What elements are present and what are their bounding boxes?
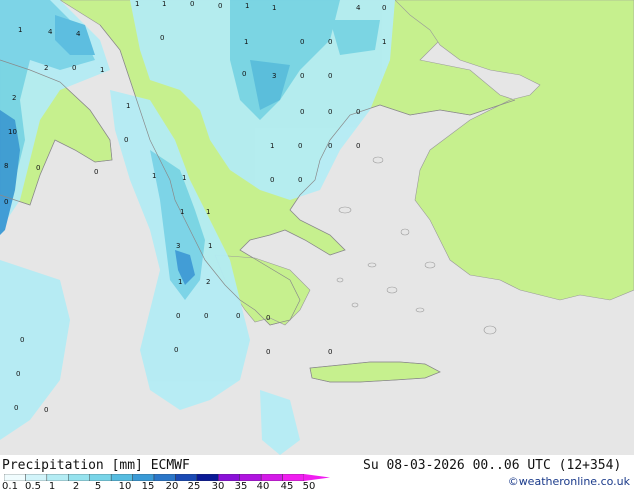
precip-value-label: 1: [270, 142, 274, 150]
precip-value-label: 0: [174, 346, 178, 354]
legend-swatch: [4, 474, 26, 481]
precip-value-label: 1: [135, 0, 139, 8]
precip-value-label: 1: [182, 174, 186, 182]
precip-value-label: 1: [206, 208, 210, 216]
precip-value-label: 1: [152, 172, 156, 180]
precip-value-label: 0: [72, 64, 76, 72]
precip-value-label: 0: [266, 314, 270, 322]
precip-value-label: 0: [160, 34, 164, 42]
precip-value-label: 0: [44, 406, 48, 414]
precip-value-label: 0: [298, 176, 302, 184]
precip-value-label: 0: [236, 312, 240, 320]
precipitation-map: 1 1 0 0 1 1 4 01 4 4 0 1 0 0 12 0 1 0 3 0 0210 0 000101 0 0080 1 1…: [0, 0, 634, 470]
precip-value-label: 0: [328, 348, 332, 356]
legend-swatch: [25, 474, 48, 481]
legend-swatch: [68, 474, 90, 481]
legend-tick-label: 0.5: [25, 481, 41, 492]
legend-tick-label: 45: [280, 481, 294, 492]
map-title: Precipitation [mm] ECMWF: [2, 458, 190, 473]
legend-tick-label: 25: [187, 481, 201, 492]
legend-swatch: [153, 474, 176, 481]
precip-value-label: 1: [208, 242, 212, 250]
precip-value-label: 0: [176, 312, 180, 320]
legend-tick-label: 10: [118, 481, 132, 492]
precip-value-label: 0: [14, 404, 18, 412]
precip-value-label: 0: [300, 108, 304, 116]
precip-value-label: 2: [44, 64, 48, 72]
precip-value-label: 0: [266, 348, 270, 356]
precip-value-label: 0: [36, 164, 40, 172]
precip-value-label: 2: [206, 278, 210, 286]
legend-tick-label: 5: [94, 481, 102, 492]
precip-value-label: 1: [245, 2, 249, 10]
legend-tick-label: 0.1: [2, 481, 18, 492]
legend-tick-label: 35: [234, 481, 248, 492]
legend-swatch: [218, 474, 240, 481]
precip-value-label: 4: [48, 28, 53, 36]
precip-value-label: 0: [124, 136, 128, 144]
legend-swatch: [282, 474, 305, 481]
precip-value-label: 0: [298, 142, 302, 150]
credit-link[interactable]: ©weatheronline.co.uk: [508, 475, 630, 488]
precip-value-label: 0: [204, 312, 208, 320]
legend-swatch: [175, 474, 198, 481]
precip-value-label: 0: [300, 72, 304, 80]
legend-colorbar: [4, 474, 330, 481]
legend-arrow: [304, 474, 330, 481]
forecast-datetime: Su 08-03-2026 00..06 UTC (12+354): [363, 458, 622, 473]
legend-swatch: [89, 474, 112, 481]
precip-value-label: 1: [180, 208, 184, 216]
precip-value-label: 0: [94, 168, 98, 176]
legend-swatch: [46, 474, 69, 481]
precip-value-label: 0: [356, 108, 360, 116]
precip-value-label: 0: [356, 142, 360, 150]
legend-swatch: [260, 474, 283, 481]
precip-value-label: 1: [178, 278, 182, 286]
precip-value-label: 3: [176, 242, 180, 250]
precip-value-label: 0: [328, 108, 332, 116]
precip-value-label: 0: [242, 70, 246, 78]
legend-swatch: [110, 474, 133, 481]
precip-value-label: 0: [16, 370, 20, 378]
precip-value-label: 1: [162, 0, 166, 8]
legend-tick-label: 50: [302, 481, 316, 492]
legend-tick-label: 40: [256, 481, 270, 492]
precip-value-label: 0: [328, 38, 332, 46]
legend-tick-label: 20: [165, 481, 179, 492]
precip-value-label: 3: [272, 72, 276, 80]
precip-value-label: 0: [270, 176, 274, 184]
precip-value-label: 0: [20, 336, 24, 344]
legend-tick-label: 15: [141, 481, 155, 492]
legend-tick-label: 2: [72, 481, 80, 492]
precip-value-label: 2: [12, 94, 16, 102]
precip-value-label: 4: [356, 4, 361, 12]
precip-value-label: 0: [328, 142, 332, 150]
precip-value-label: 0: [190, 0, 194, 8]
legend-tick-label: 1: [48, 481, 56, 492]
precip-value-label: 0: [382, 4, 386, 12]
legend-swatch: [196, 474, 219, 481]
legend-tick-label: 30: [211, 481, 225, 492]
precip-value-label: 1: [126, 102, 130, 110]
precip-value-label: 1: [18, 26, 22, 34]
precip-value-label: 0: [300, 38, 304, 46]
precip-value-label: 10: [8, 128, 17, 136]
precip-value-label: 0: [4, 198, 8, 206]
precip-value-label: 0: [328, 72, 332, 80]
precip-value-label: 1: [100, 66, 104, 74]
precip-value-label: 8: [4, 162, 8, 170]
precip-value-label: 0: [218, 2, 222, 10]
precip-value-label: 1: [382, 38, 386, 46]
precip-value-label: 1: [272, 4, 276, 12]
legend-swatch: [239, 474, 262, 481]
precip-value-label: 4: [76, 30, 81, 38]
legend-swatch: [132, 474, 155, 481]
precip-value-label: 1: [244, 38, 248, 46]
